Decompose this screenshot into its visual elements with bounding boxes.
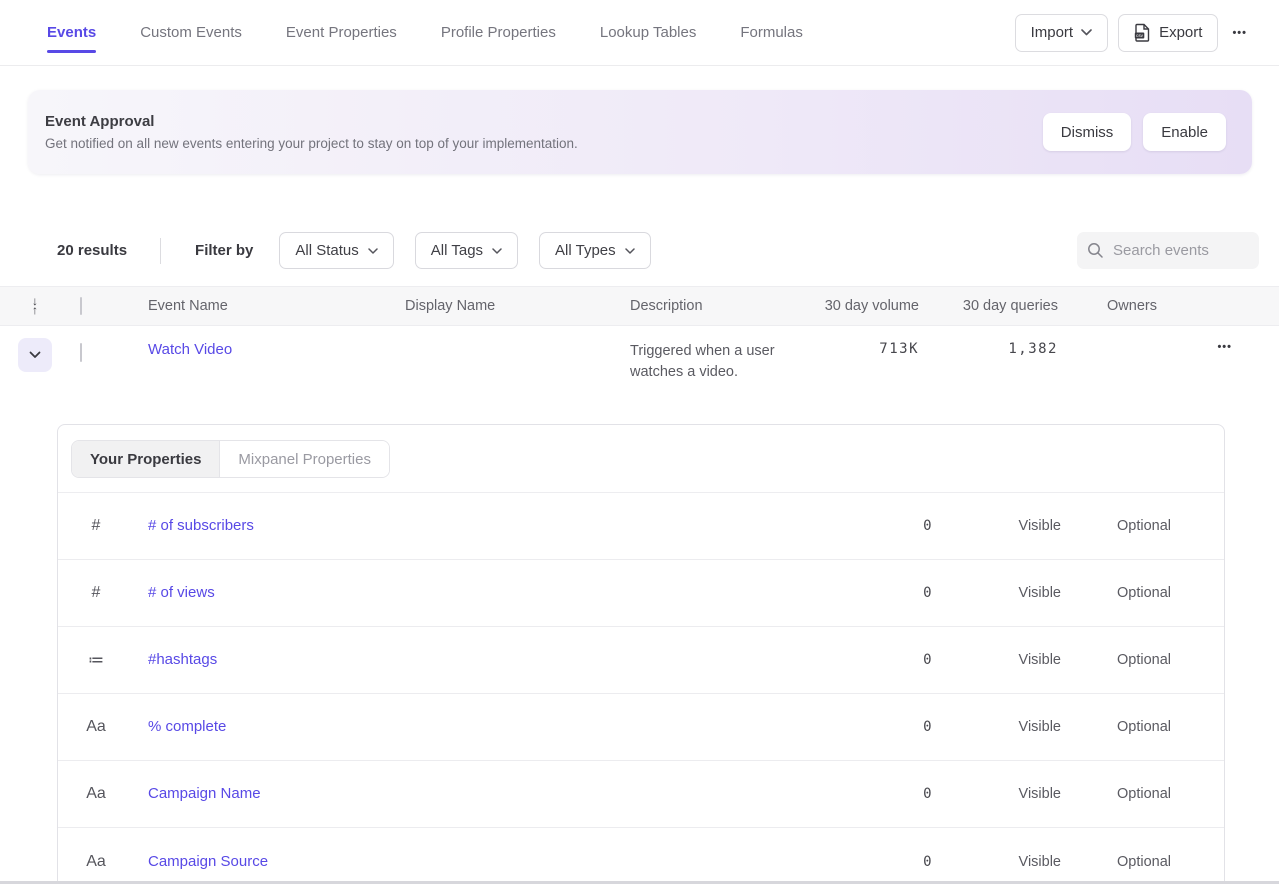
column-30-day-volume: 30 day volume	[820, 298, 919, 314]
chevron-down-icon	[1081, 29, 1092, 36]
property-count: 0	[887, 585, 933, 601]
row-expander-button[interactable]	[18, 338, 52, 372]
tab-formulas[interactable]: Formulas	[740, 0, 803, 65]
property-row: Aa Campaign Name 0 Visible Optional	[58, 761, 1224, 828]
tab-lookup-tables[interactable]: Lookup Tables	[600, 0, 696, 65]
property-count: 0	[887, 652, 933, 668]
chevron-down-icon	[492, 248, 502, 254]
search-icon	[1087, 242, 1104, 259]
banner-actions: Dismiss Enable	[1043, 113, 1226, 151]
property-visibility: Visible	[933, 585, 1061, 601]
queries-cell: 1,382	[919, 341, 1058, 357]
banner-text: Event Approval Get notified on all new e…	[45, 113, 578, 151]
property-visibility: Visible	[933, 786, 1061, 802]
column-display-name: Display Name	[405, 298, 630, 314]
property-name-link[interactable]: Campaign Name	[148, 785, 261, 802]
svg-text:csv: csv	[1136, 33, 1144, 38]
tab-event-properties[interactable]: Event Properties	[286, 0, 397, 65]
csv-file-icon: csv	[1134, 23, 1151, 42]
property-name-link[interactable]: #hashtags	[148, 651, 217, 668]
tags-filter-dropdown[interactable]: All Tags	[415, 232, 518, 269]
property-count: 0	[887, 719, 933, 735]
text-type-icon: Aa	[84, 785, 108, 803]
property-requirement: Optional	[1061, 652, 1171, 668]
row-overflow-menu-icon[interactable]: •••	[1213, 335, 1236, 359]
chevron-down-icon	[625, 248, 635, 254]
import-button-label: Import	[1031, 24, 1074, 41]
types-filter-label: All Types	[555, 242, 616, 259]
text-type-icon: Aa	[84, 853, 108, 871]
chevron-down-icon	[368, 248, 378, 254]
property-visibility: Visible	[933, 652, 1061, 668]
number-type-icon: #	[84, 517, 108, 535]
table-row: Watch Video Triggered when a user watche…	[0, 326, 1279, 412]
top-nav-bar: Events Custom Events Event Properties Pr…	[0, 0, 1279, 66]
search-input[interactable]	[1113, 242, 1243, 259]
enable-button[interactable]: Enable	[1143, 113, 1226, 151]
volume-cell: 713K	[820, 341, 919, 357]
properties-panel: Your Properties Mixpanel Properties # # …	[57, 424, 1225, 884]
property-name-link[interactable]: % complete	[148, 718, 226, 735]
property-visibility: Visible	[933, 854, 1061, 870]
text-type-icon: Aa	[84, 718, 108, 736]
property-visibility: Visible	[933, 518, 1061, 534]
search-box[interactable]	[1077, 232, 1259, 269]
column-event-name: Event Name	[148, 298, 405, 314]
column-description: Description	[630, 298, 820, 314]
export-button-label: Export	[1159, 24, 1202, 41]
tab-mixpanel-properties[interactable]: Mixpanel Properties	[220, 441, 389, 477]
property-row: # # of subscribers 0 Visible Optional	[58, 493, 1224, 560]
row-checkbox[interactable]	[80, 343, 82, 362]
property-requirement: Optional	[1061, 585, 1171, 601]
topbar-actions: Import csv Export •••	[1015, 14, 1251, 52]
property-count: 0	[887, 854, 933, 870]
property-requirement: Optional	[1061, 854, 1171, 870]
collapse-all-icon[interactable]: ↓ ↑	[32, 297, 38, 315]
results-count: 20 results	[57, 242, 127, 259]
banner-title: Event Approval	[45, 113, 578, 130]
dismiss-button[interactable]: Dismiss	[1043, 113, 1132, 151]
tab-events[interactable]: Events	[47, 0, 96, 65]
tab-your-properties[interactable]: Your Properties	[72, 441, 220, 477]
property-name-link[interactable]: # of subscribers	[148, 517, 254, 534]
property-name-link[interactable]: Campaign Source	[148, 853, 268, 870]
lexicon-tabs: Events Custom Events Event Properties Pr…	[47, 0, 803, 65]
event-approval-banner: Event Approval Get notified on all new e…	[28, 90, 1252, 174]
filter-by-label: Filter by	[195, 242, 253, 259]
tags-filter-label: All Tags	[431, 242, 483, 259]
table-header: ↓ ↑ Event Name Display Name Description …	[0, 286, 1279, 326]
tab-custom-events[interactable]: Custom Events	[140, 0, 242, 65]
property-requirement: Optional	[1061, 719, 1171, 735]
arrow-up-icon: ↑	[32, 306, 38, 315]
import-button[interactable]: Import	[1015, 14, 1109, 52]
status-filter-label: All Status	[295, 242, 358, 259]
properties-tabs: Your Properties Mixpanel Properties	[58, 425, 1224, 493]
property-requirement: Optional	[1061, 786, 1171, 802]
property-row: ≔ #hashtags 0 Visible Optional	[58, 627, 1224, 694]
number-type-icon: #	[84, 584, 108, 602]
banner-description: Get notified on all new events entering …	[45, 136, 578, 151]
select-all-checkbox[interactable]	[80, 297, 82, 315]
tab-profile-properties[interactable]: Profile Properties	[441, 0, 556, 65]
filter-bar: 20 results Filter by All Status All Tags…	[57, 232, 1259, 269]
property-count: 0	[887, 518, 933, 534]
status-filter-dropdown[interactable]: All Status	[279, 232, 393, 269]
divider	[160, 238, 161, 264]
column-30-day-queries: 30 day queries	[919, 298, 1058, 314]
list-type-icon: ≔	[84, 650, 108, 670]
column-owners: Owners	[1107, 298, 1177, 314]
property-visibility: Visible	[933, 719, 1061, 735]
export-button[interactable]: csv Export	[1118, 14, 1218, 52]
event-name-link[interactable]: Watch Video	[148, 341, 232, 358]
property-row: Aa % complete 0 Visible Optional	[58, 694, 1224, 761]
types-filter-dropdown[interactable]: All Types	[539, 232, 651, 269]
property-count: 0	[887, 786, 933, 802]
description-cell: Triggered when a user watches a video.	[630, 343, 775, 380]
property-name-link[interactable]: # of views	[148, 584, 215, 601]
overflow-menu-icon[interactable]: •••	[1228, 21, 1251, 45]
property-row: # # of views 0 Visible Optional	[58, 560, 1224, 627]
property-row: Aa Campaign Source 0 Visible Optional	[58, 828, 1224, 884]
property-requirement: Optional	[1061, 518, 1171, 534]
